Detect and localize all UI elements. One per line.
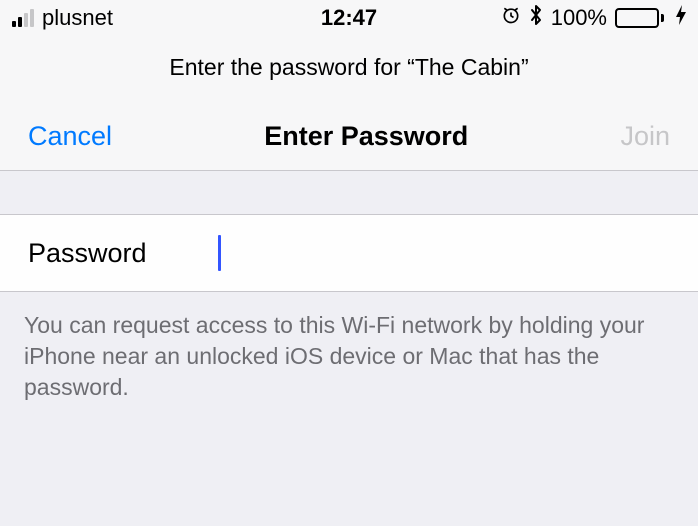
network-prompt: Enter the password for “The Cabin” xyxy=(0,36,698,111)
password-input[interactable] xyxy=(221,238,670,269)
nav-title: Enter Password xyxy=(264,121,468,152)
status-bar: plusnet 12:47 100% xyxy=(0,0,698,36)
signal-icon xyxy=(12,9,34,27)
password-label: Password xyxy=(28,238,218,269)
password-row[interactable]: Password xyxy=(0,215,698,292)
network-prompt-text: Enter the password for “The Cabin” xyxy=(169,54,528,80)
clock: 12:47 xyxy=(321,5,377,31)
section-gap xyxy=(0,171,698,215)
bluetooth-icon xyxy=(529,4,543,32)
battery-percent: 100% xyxy=(551,5,607,31)
join-button[interactable]: Join xyxy=(620,121,670,152)
helper-text: You can request access to this Wi-Fi net… xyxy=(0,292,698,421)
nav-bar: Cancel Enter Password Join xyxy=(0,111,698,171)
alarm-icon xyxy=(501,5,521,31)
battery-icon xyxy=(615,8,664,28)
status-left: plusnet xyxy=(12,5,113,31)
carrier-label: plusnet xyxy=(42,5,113,31)
charging-icon xyxy=(676,5,686,31)
cancel-button[interactable]: Cancel xyxy=(28,121,112,152)
status-right: 100% xyxy=(501,4,686,32)
